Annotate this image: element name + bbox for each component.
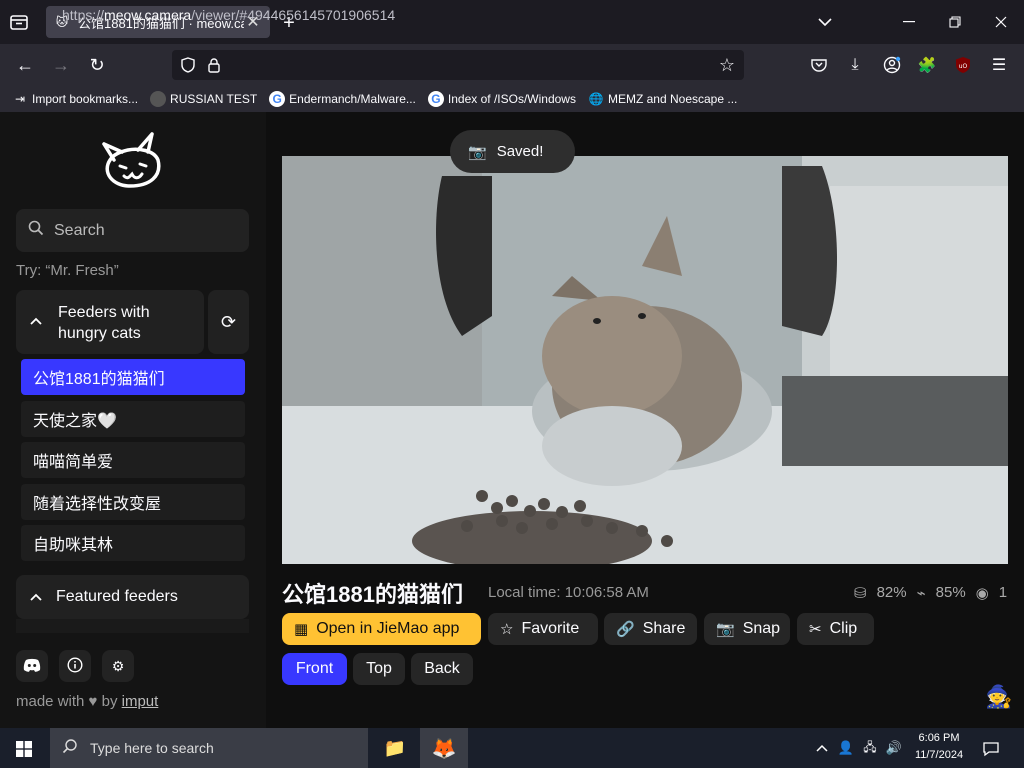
author-link[interactable]: imput <box>122 693 159 710</box>
minimize-icon[interactable] <box>898 12 920 32</box>
group-label: Featured feeders <box>56 588 178 605</box>
refresh-button[interactable]: ⟳ <box>208 290 249 354</box>
svg-text:uO: uO <box>959 63 968 70</box>
made-with-credit: made with ♥ by imput <box>16 693 159 710</box>
feeder-item[interactable]: 自助咪其林 <box>21 525 245 561</box>
chevron-up-icon[interactable] <box>812 738 832 758</box>
meow-camera-logo-icon <box>98 130 168 192</box>
favorite-button[interactable]: ☆ Favorite <box>488 613 598 645</box>
tab-list-icon[interactable] <box>8 12 30 32</box>
search-placeholder: Search <box>54 221 105 239</box>
search-input[interactable]: Search <box>16 209 249 252</box>
view-back-button[interactable]: Back <box>411 653 473 685</box>
firefox-taskbar-icon[interactable]: 🦊 <box>420 728 468 768</box>
food-level: 82% <box>876 584 907 601</box>
bookmark-item[interactable]: ⇥ Import bookmarks... <box>12 91 138 107</box>
scissors-icon: ✂ <box>809 621 822 638</box>
eye-icon: ◉ <box>975 585 989 602</box>
forward-icon[interactable]: → <box>50 54 72 76</box>
desktop-mascot-icon: 🧙 <box>985 684 1013 709</box>
tray-app-icon[interactable]: 👤 <box>836 738 856 758</box>
search-icon <box>28 220 44 241</box>
windows-start-icon[interactable] <box>12 738 36 760</box>
list-all-tabs-icon[interactable] <box>814 12 836 32</box>
bookmark-item[interactable]: 🌐 MEMZ and Noescape ... <box>588 91 737 107</box>
downloads-icon[interactable]: ⤓ <box>844 54 866 76</box>
info-icon <box>67 656 83 676</box>
camera-icon: 📷 <box>468 143 487 161</box>
file-explorer-icon[interactable]: 📁 <box>382 736 408 760</box>
notifications-icon[interactable] <box>980 738 1002 760</box>
hungry-cats-group-toggle[interactable]: Feeders with hungry cats <box>16 290 204 354</box>
feeder-item[interactable]: 公馆1881的猫猫们 <box>21 359 245 395</box>
globe-icon: 🌐 <box>588 92 604 106</box>
lock-icon[interactable] <box>204 54 224 76</box>
discord-button[interactable] <box>16 650 48 682</box>
info-button[interactable] <box>59 650 91 682</box>
battery-icon: ⌁ <box>916 585 926 602</box>
camera-video[interactable] <box>282 156 1008 564</box>
search-hint: Try: “Mr. Fresh” <box>16 262 119 279</box>
star-icon: ☆ <box>500 621 514 638</box>
gear-icon: ⚙ <box>111 657 125 674</box>
tracking-protection-icon[interactable] <box>178 54 198 76</box>
extensions-icon[interactable]: 🧩 <box>916 54 938 76</box>
google-icon: G <box>427 91 444 107</box>
volume-icon[interactable]: 🔊 <box>884 738 904 758</box>
discord-icon <box>23 658 41 675</box>
refresh-icon: ⟳ <box>220 311 237 332</box>
heart-icon: ♥ <box>88 693 98 710</box>
snap-button[interactable]: 📷 Snap <box>704 613 790 645</box>
saved-toast: 📷 Saved! <box>450 130 575 173</box>
camera-title: 公馆1881的猫猫们 <box>282 582 463 607</box>
local-time: Local time: 10:06:58 AM <box>488 584 649 601</box>
clip-button[interactable]: ✂ Clip <box>797 613 874 645</box>
feeder-item[interactable]: 随着选择性改变屋 <box>21 484 245 520</box>
share-button[interactable]: 🔗 Share <box>604 613 697 645</box>
bookmark-item[interactable]: RUSSIAN TEST <box>150 91 257 107</box>
menu-icon[interactable]: ☰ <box>988 54 1010 76</box>
bookmark-item[interactable]: G Endermanch/Malware... <box>269 91 416 107</box>
feeder-item[interactable]: 天使之家🤍 <box>21 401 245 437</box>
google-icon: G <box>269 91 286 107</box>
reload-icon[interactable]: ↻ <box>86 54 108 76</box>
feeder-item[interactable]: 喵喵简单爱 <box>21 442 245 478</box>
featured-feeders-group-toggle[interactable]: Featured feeders <box>16 575 249 619</box>
network-icon[interactable]: 🖧 <box>860 738 880 758</box>
bookmark-star-icon[interactable]: ☆ <box>716 54 738 76</box>
taskbar-search-input[interactable]: Type here to search <box>50 728 368 768</box>
food-level-icon: ⛁ <box>854 585 867 602</box>
chevron-up-icon <box>30 312 42 330</box>
ublock-origin-icon[interactable]: uO <box>952 54 974 76</box>
url-bar[interactable] <box>172 50 744 80</box>
viewer-count: 1 <box>998 584 1008 601</box>
qr-code-icon: ▦ <box>294 621 309 638</box>
restore-icon[interactable] <box>944 12 966 32</box>
view-top-button[interactable]: Top <box>353 653 405 685</box>
link-icon: 🔗 <box>616 621 635 638</box>
group-label: Feeders with hungry cats <box>58 304 150 342</box>
camera-icon: 📷 <box>716 621 735 638</box>
settings-button[interactable]: ⚙ <box>102 650 134 682</box>
chevron-up-icon <box>30 588 42 606</box>
bookmarks-bar: ⇥ Import bookmarks... RUSSIAN TEST G Ender… <box>0 86 1024 112</box>
account-icon[interactable] <box>880 54 904 76</box>
import-icon: ⇥ <box>14 92 26 106</box>
battery-level: 85% <box>935 584 966 601</box>
url-text[interactable]: https://meow.camera/viewer/#494465614570… <box>62 7 395 23</box>
back-icon[interactable]: ← <box>14 54 36 76</box>
bookmark-item[interactable]: G Index of /ISOs/Windows <box>427 91 576 107</box>
view-front-button[interactable]: Front <box>282 653 347 685</box>
site-icon <box>150 91 167 107</box>
open-in-app-button[interactable]: ▦ Open in JieMao app <box>282 613 481 645</box>
pocket-icon[interactable] <box>808 54 830 76</box>
search-icon <box>62 738 78 759</box>
taskbar-clock[interactable]: 6:06 PM 11/7/2024 <box>908 730 970 764</box>
camera-stats: ⛁ 82% ⌁ 85% ◉ 1 <box>854 584 1017 602</box>
close-window-icon[interactable] <box>990 12 1012 32</box>
featured-feeder-item[interactable] <box>16 619 249 633</box>
